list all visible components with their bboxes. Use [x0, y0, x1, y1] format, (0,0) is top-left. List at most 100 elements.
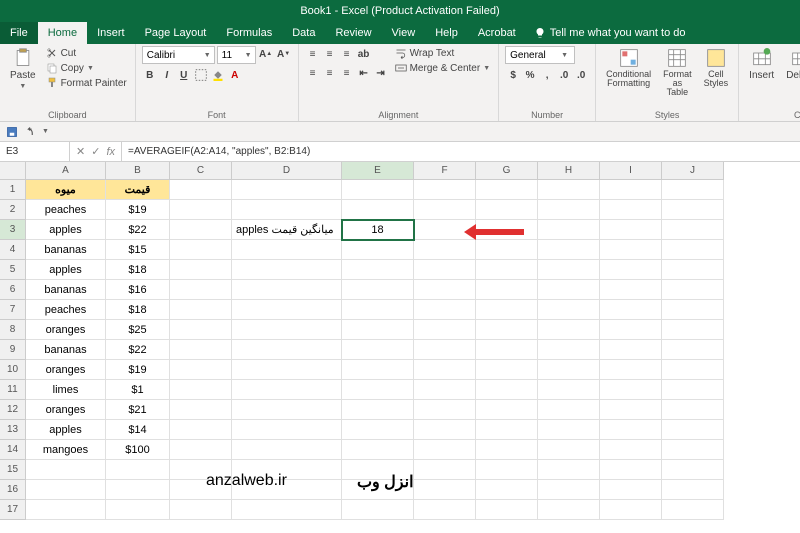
font-name-select[interactable]: ▼ — [142, 46, 215, 64]
cell[interactable] — [476, 300, 538, 320]
row-header[interactable]: 2 — [0, 200, 26, 220]
column-header[interactable]: A — [26, 162, 106, 180]
cell[interactable] — [600, 340, 662, 360]
italic-button[interactable]: I — [159, 67, 175, 83]
cell[interactable] — [232, 320, 342, 340]
cell[interactable] — [232, 360, 342, 380]
currency-button[interactable]: $ — [505, 67, 521, 83]
formula-input[interactable]: =AVERAGEIF(A2:A14, "apples", B2:B14) — [122, 142, 800, 161]
cell[interactable] — [600, 280, 662, 300]
cell[interactable] — [662, 460, 724, 480]
cell[interactable] — [342, 300, 414, 320]
border-button[interactable] — [193, 67, 209, 83]
align-right-button[interactable]: ≡ — [339, 65, 355, 81]
cell[interactable]: $22 — [106, 340, 170, 360]
cell[interactable] — [232, 300, 342, 320]
increase-decimal-button[interactable]: .0 — [556, 67, 572, 83]
select-all-corner[interactable] — [0, 162, 26, 180]
cell[interactable] — [414, 360, 476, 380]
tab-file[interactable]: File — [0, 22, 38, 44]
row-header[interactable]: 7 — [0, 300, 26, 320]
cell[interactable]: $15 — [106, 240, 170, 260]
cell[interactable]: $21 — [106, 400, 170, 420]
cell[interactable] — [414, 460, 476, 480]
cell[interactable]: میوه — [26, 180, 106, 200]
cell[interactable]: oranges — [26, 320, 106, 340]
comma-button[interactable]: , — [539, 67, 555, 83]
align-center-button[interactable]: ≡ — [322, 65, 338, 81]
cut-button[interactable]: Cut — [44, 46, 129, 60]
row-header[interactable]: 16 — [0, 480, 26, 500]
cell[interactable] — [662, 500, 724, 520]
cell[interactable] — [170, 180, 232, 200]
cell[interactable] — [170, 320, 232, 340]
cell[interactable]: $22 — [106, 220, 170, 240]
cell[interactable] — [600, 320, 662, 340]
cell[interactable] — [232, 260, 342, 280]
increase-indent-button[interactable]: ⇥ — [373, 65, 389, 81]
cell[interactable] — [600, 360, 662, 380]
cell[interactable] — [170, 440, 232, 460]
wrap-text-button[interactable]: Wrap Text — [393, 46, 493, 60]
cell[interactable] — [662, 340, 724, 360]
merge-center-button[interactable]: Merge & Center▼ — [393, 61, 493, 75]
cell[interactable] — [476, 500, 538, 520]
decrease-decimal-button[interactable]: .0 — [573, 67, 589, 83]
row-header[interactable]: 3 — [0, 220, 26, 240]
cell[interactable] — [476, 200, 538, 220]
cell[interactable] — [414, 400, 476, 420]
cell[interactable] — [232, 200, 342, 220]
insert-cells-button[interactable]: Insert — [745, 46, 778, 83]
tab-formulas[interactable]: Formulas — [216, 22, 282, 44]
row-header[interactable]: 9 — [0, 340, 26, 360]
cell[interactable] — [662, 360, 724, 380]
cell[interactable]: 18 — [342, 220, 414, 240]
cell[interactable] — [476, 400, 538, 420]
cell[interactable] — [600, 380, 662, 400]
tab-data[interactable]: Data — [282, 22, 325, 44]
cell[interactable]: bananas — [26, 280, 106, 300]
decrease-font-button[interactable]: A▼ — [276, 46, 292, 62]
row-header[interactable]: 8 — [0, 320, 26, 340]
cell[interactable] — [170, 220, 232, 240]
column-header[interactable]: G — [476, 162, 538, 180]
cell[interactable]: $19 — [106, 200, 170, 220]
cell[interactable] — [414, 380, 476, 400]
cell[interactable] — [538, 260, 600, 280]
cancel-formula-icon[interactable]: ✕ — [76, 145, 85, 158]
cell[interactable]: $14 — [106, 420, 170, 440]
cell[interactable] — [170, 200, 232, 220]
font-color-button[interactable]: A — [227, 67, 243, 83]
cell[interactable] — [538, 380, 600, 400]
cell[interactable] — [414, 340, 476, 360]
copy-button[interactable]: Copy▼ — [44, 61, 129, 75]
cell[interactable] — [26, 460, 106, 480]
cell[interactable] — [538, 300, 600, 320]
cell[interactable] — [414, 200, 476, 220]
decrease-indent-button[interactable]: ⇤ — [356, 65, 372, 81]
cell[interactable] — [600, 460, 662, 480]
cell[interactable] — [662, 440, 724, 460]
cell[interactable] — [538, 440, 600, 460]
tab-acrobat[interactable]: Acrobat — [468, 22, 526, 44]
cell[interactable] — [538, 280, 600, 300]
paste-button[interactable]: Paste ▼ — [6, 46, 40, 92]
cell[interactable]: $100 — [106, 440, 170, 460]
cell[interactable] — [170, 500, 232, 520]
cell[interactable] — [538, 220, 600, 240]
cell[interactable] — [662, 180, 724, 200]
row-header[interactable]: 6 — [0, 280, 26, 300]
cell[interactable] — [538, 320, 600, 340]
cell[interactable] — [106, 480, 170, 500]
cell[interactable] — [342, 420, 414, 440]
cell[interactable] — [414, 500, 476, 520]
cell[interactable] — [170, 340, 232, 360]
cell[interactable] — [538, 200, 600, 220]
cell[interactable] — [476, 440, 538, 460]
cell[interactable] — [538, 460, 600, 480]
cell[interactable] — [106, 460, 170, 480]
cell[interactable] — [662, 300, 724, 320]
row-header[interactable]: 1 — [0, 180, 26, 200]
cell[interactable] — [414, 320, 476, 340]
cell[interactable] — [26, 480, 106, 500]
